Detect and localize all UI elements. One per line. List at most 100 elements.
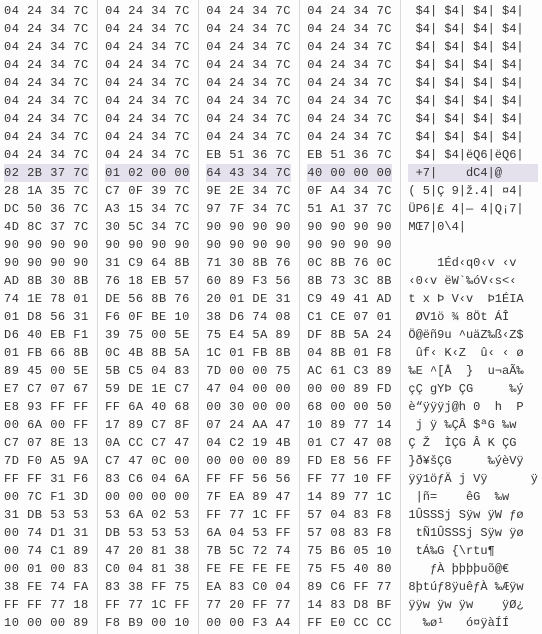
hex-column-2[interactable]: 04 24 34 7C04 24 34 7C04 24 34 7C04 24 3… (202, 0, 295, 634)
hex-cell[interactable]: FF 6A 40 68 (105, 398, 190, 416)
hex-cell[interactable]: C9 49 41 AD (307, 290, 392, 308)
hex-cell[interactable]: 04 24 34 7C (105, 146, 190, 164)
hex-cell[interactable]: EB 51 36 7C (307, 146, 392, 164)
hex-cell[interactable]: F8 B9 00 10 (105, 614, 190, 632)
ascii-cell[interactable]: $4| $4|ëQ6|ëQ6| (408, 146, 538, 164)
hex-cell[interactable]: 04 24 34 7C (206, 2, 291, 20)
hex-cell[interactable]: 14 89 77 1C (307, 488, 392, 506)
hex-cell[interactable]: 90 90 90 90 (206, 236, 291, 254)
hex-cell[interactable]: 04 24 34 7C (105, 56, 190, 74)
ascii-cell[interactable]: ( 5|Ç 9|ž.4| ¤4| (408, 182, 538, 200)
hex-cell[interactable]: 31 C9 64 8B (105, 254, 190, 272)
hex-cell[interactable]: 75 F5 40 80 (307, 560, 392, 578)
ascii-cell[interactable]: +7| dC4|@ (408, 164, 538, 182)
hex-cell[interactable]: 04 24 34 7C (4, 20, 89, 38)
ascii-cell[interactable]: ‰E ^[Å } u¬aÃ‰ (408, 362, 538, 380)
ascii-cell[interactable]: t x Þ V‹v Þ1ÉIA­ (408, 290, 538, 308)
hex-cell[interactable]: 04 24 34 7C (307, 128, 392, 146)
hex-cell[interactable]: 10 00 00 89 (4, 614, 89, 632)
hex-cell[interactable]: 90 90 90 90 (307, 218, 392, 236)
hex-cell[interactable]: 9E 2E 34 7C (206, 182, 291, 200)
ascii-cell[interactable]: ­‹0‹v ëW`‰óV‹s<‹ (408, 272, 538, 290)
ascii-cell[interactable]: $4| $4| $4| $4| (408, 110, 538, 128)
ascii-cell[interactable]: ÜP6|£ 4|— 4|Q¡7| (408, 200, 538, 218)
hex-cell[interactable]: E8 93 FF FF (4, 398, 89, 416)
hex-cell[interactable]: AC 61 C3 89 (307, 362, 392, 380)
hex-cell[interactable]: 0A CC C7 47 (105, 434, 190, 452)
ascii-cell[interactable]: ÿÿ1öƒÄ j Vÿ ÿ (408, 470, 538, 488)
ascii-cell[interactable]: Ç Ž ÌÇG Â K ÇG (408, 434, 538, 452)
ascii-cell[interactable]: 1ÛSSSj Sÿw ÿW ƒø (408, 506, 538, 524)
hex-cell[interactable]: 00 00 F3 A4 (206, 614, 291, 632)
hex-cell[interactable]: 04 24 34 7C (105, 74, 190, 92)
hex-cell[interactable]: 07 24 AA 47 (206, 416, 291, 434)
ascii-cell[interactable]: MŒ7|0\4| (408, 218, 538, 236)
hex-cell[interactable]: 8B 73 3C 8B (307, 272, 392, 290)
hex-cell[interactable]: 01 C7 47 08 (307, 434, 392, 452)
hex-cell[interactable]: 04 24 34 7C (206, 110, 291, 128)
hex-cell[interactable]: 57 04 83 F8 (307, 506, 392, 524)
hex-cell[interactable]: 28 1A 35 7C (4, 182, 89, 200)
hex-cell[interactable]: 04 24 34 7C (307, 38, 392, 56)
hex-cell[interactable]: 6A 04 53 FF (206, 524, 291, 542)
hex-cell[interactable]: 75 E4 5A 89 (206, 326, 291, 344)
hex-cell[interactable]: 04 24 34 7C (105, 20, 190, 38)
ascii-cell[interactable]: j ÿ ‰ÇÂ $ªG ‰w (408, 416, 538, 434)
hex-cell[interactable]: C7 47 0C 00 (105, 452, 190, 470)
hex-cell[interactable]: A3 15 34 7C (105, 200, 190, 218)
hex-cell[interactable]: 04 24 34 7C (307, 92, 392, 110)
hex-cell[interactable]: 0C 8B 76 0C (307, 254, 392, 272)
ascii-cell[interactable]: $4| $4| $4| $4| (408, 128, 538, 146)
hex-cell[interactable]: 04 24 34 7C (206, 128, 291, 146)
ascii-cell[interactable]: çÇ gYÞ ÇG ‰ý (408, 380, 538, 398)
ascii-cell[interactable]: $4| $4| $4| $4| (408, 74, 538, 92)
hex-cell[interactable]: FF 77 1C FF (206, 506, 291, 524)
hex-cell[interactable]: 97 7F 34 7C (206, 200, 291, 218)
hex-cell[interactable]: C7 07 8E 13 (4, 434, 89, 452)
hex-cell[interactable]: 17 89 C7 8F (105, 416, 190, 434)
hex-cell[interactable]: 04 24 34 7C (105, 110, 190, 128)
hex-cell[interactable]: 51 A1 37 7C (307, 200, 392, 218)
hex-cell[interactable]: 01 D8 56 31 (4, 308, 89, 326)
hex-cell[interactable]: 7D F0 A5 9A (4, 452, 89, 470)
ascii-cell[interactable]: ÿÿw ÿw ÿw ÿØ¿ (408, 596, 538, 614)
hex-cell[interactable]: 04 24 34 7C (307, 2, 392, 20)
hex-cell[interactable]: 75 B6 05 10 (307, 542, 392, 560)
hex-cell[interactable]: 00 00 89 FD (307, 380, 392, 398)
hex-cell[interactable]: 89 C6 FF 77 (307, 578, 392, 596)
hex-cell[interactable]: 04 24 34 7C (4, 128, 89, 146)
ascii-cell[interactable]: Ö@ëñ9u ^uäZ‰ß‹Z$ (408, 326, 538, 344)
hex-column-1[interactable]: 04 24 34 7C04 24 34 7C04 24 34 7C04 24 3… (101, 0, 194, 634)
ascii-cell[interactable]: $4| $4| $4| $4| (408, 56, 538, 74)
hex-cell[interactable]: FE FE FE FE (206, 560, 291, 578)
hex-cell[interactable]: D6 40 EB F1 (4, 326, 89, 344)
hex-cell[interactable]: 04 24 34 7C (206, 56, 291, 74)
hex-cell[interactable]: 1C 01 FB 8B (206, 344, 291, 362)
hex-cell[interactable]: F6 0F BE 10 (105, 308, 190, 326)
hex-cell[interactable]: 04 24 34 7C (105, 2, 190, 20)
hex-cell[interactable]: 74 1E 78 01 (4, 290, 89, 308)
hex-cell[interactable]: 04 24 34 7C (206, 20, 291, 38)
hex-cell[interactable]: 7D 00 00 75 (206, 362, 291, 380)
hex-cell[interactable]: 90 90 90 90 (4, 254, 89, 272)
hex-cell[interactable]: 47 20 81 38 (105, 542, 190, 560)
hex-cell[interactable]: 7F EA 89 47 (206, 488, 291, 506)
hex-cell[interactable]: 39 75 00 5E (105, 326, 190, 344)
hex-cell[interactable]: 04 24 34 7C (4, 110, 89, 128)
hex-cell[interactable]: FF 77 10 FF (307, 470, 392, 488)
hex-cell[interactable]: 04 24 34 7C (307, 110, 392, 128)
ascii-cell[interactable]: è“ÿÿÿj@h 0 h P (408, 398, 538, 416)
hex-cell[interactable]: 4D 8C 37 7C (4, 218, 89, 236)
hex-cell[interactable]: 04 24 34 7C (206, 74, 291, 92)
hex-cell[interactable]: 01 FB 66 8B (4, 344, 89, 362)
hex-cell[interactable]: C0 04 81 38 (105, 560, 190, 578)
hex-cell[interactable]: 00 7C F1 3D (4, 488, 89, 506)
hex-cell[interactable]: 90 90 90 90 (4, 236, 89, 254)
hex-cell[interactable]: 7B 5C 72 74 (206, 542, 291, 560)
hex-cell[interactable]: FD E8 56 FF (307, 452, 392, 470)
hex-cell[interactable]: FF E0 CC CC (307, 614, 392, 632)
hex-cell[interactable]: 31 DB 53 53 (4, 506, 89, 524)
ascii-cell[interactable]: tÑ1ÛSSSj Sÿw ÿø (408, 524, 538, 542)
hex-column-0[interactable]: 04 24 34 7C04 24 34 7C04 24 34 7C04 24 3… (0, 0, 93, 634)
hex-cell[interactable]: FF FF 77 18 (4, 596, 89, 614)
